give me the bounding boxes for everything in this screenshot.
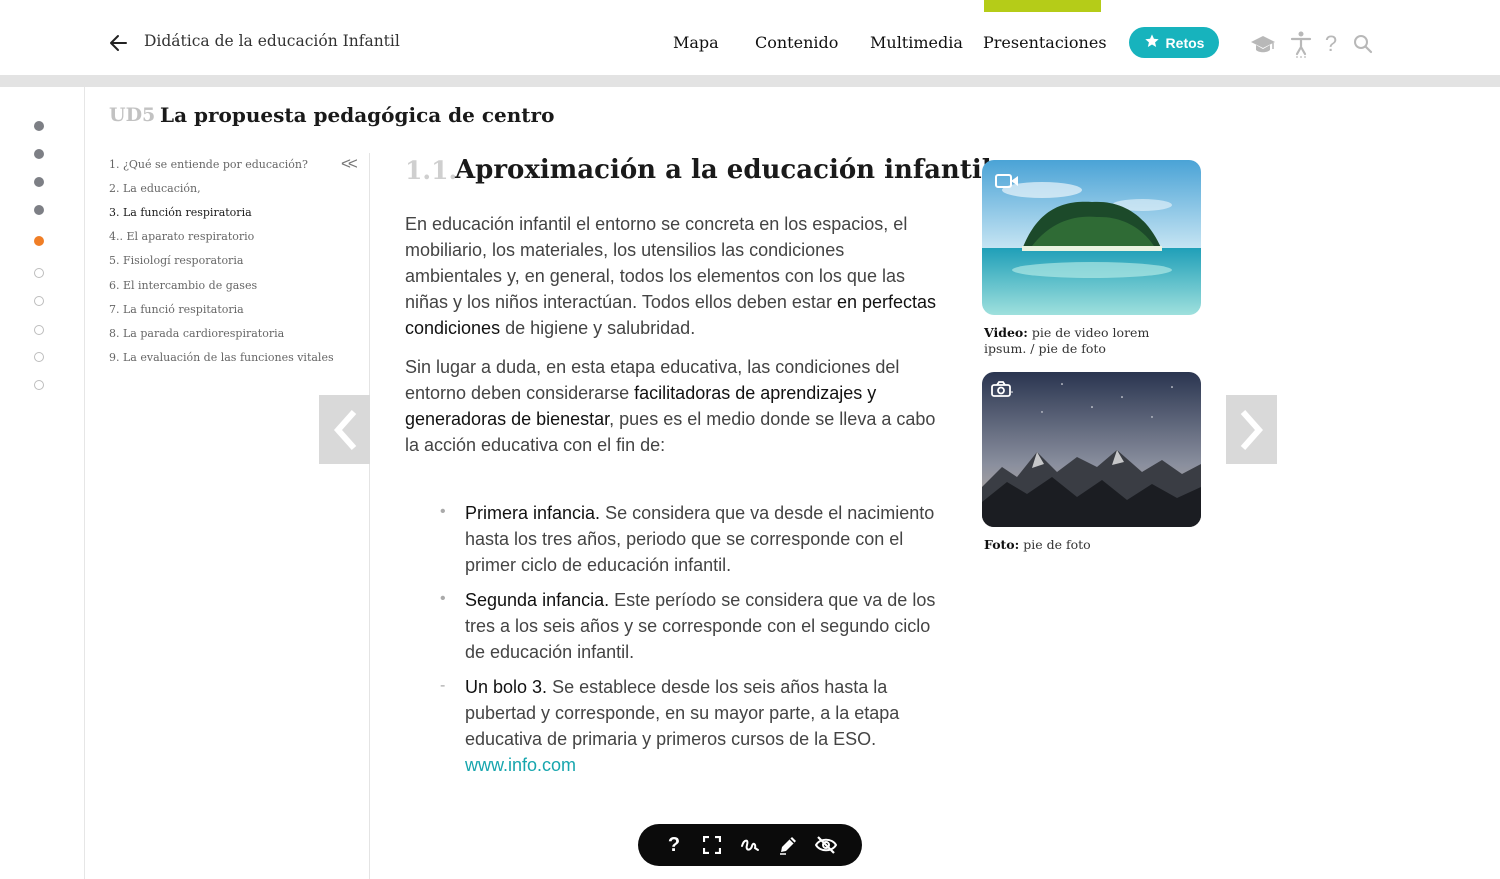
star-icon <box>1144 33 1160 52</box>
progress-dot-4[interactable] <box>34 205 44 215</box>
progress-dot-8[interactable] <box>34 325 44 335</box>
nav-mapa[interactable]: Mapa <box>673 33 719 52</box>
accessibility-icon[interactable] <box>1288 31 1314 58</box>
back-arrow-icon[interactable] <box>108 32 130 54</box>
toc-item[interactable]: 8. La parada cardiorespiratoria <box>109 327 284 340</box>
course-title: Didática de la educación Infantil <box>144 32 400 50</box>
chevron-right-icon <box>1240 409 1263 450</box>
toc-item[interactable]: 7. La funció respitatoria <box>109 303 244 316</box>
unit-title: La propuesta pedagógica de centro <box>160 103 555 127</box>
hide-icon[interactable] <box>814 833 838 857</box>
photo-caption-label: Foto: <box>984 537 1020 552</box>
video-camera-icon <box>995 173 1019 193</box>
retos-label: Retos <box>1165 34 1205 51</box>
progress-dot-10[interactable] <box>34 380 44 390</box>
info-link[interactable]: www.info.com <box>465 755 576 775</box>
progress-dot-1[interactable] <box>34 121 44 131</box>
paragraph-1: En educación infantil el entorno se conc… <box>405 211 945 341</box>
fullscreen-icon[interactable] <box>700 833 724 857</box>
progress-dot-2[interactable] <box>34 149 44 159</box>
toc-item[interactable]: 9. La evaluación de las funciones vitale… <box>109 351 334 364</box>
toc-item[interactable]: 1. ¿Qué se entiende por educación? <box>109 158 308 171</box>
list-item: Segunda infancia. Este período se consid… <box>465 587 955 665</box>
edit-pen-icon[interactable] <box>776 833 800 857</box>
photo-caption-text: pie de foto <box>1019 537 1091 552</box>
header-divider <box>0 75 1500 87</box>
camera-icon <box>991 381 1011 401</box>
section-title: Aproximación a la educación infantil <box>455 155 992 185</box>
photo-thumbnail[interactable] <box>982 372 1201 527</box>
progress-dot-3[interactable] <box>34 177 44 187</box>
toc-item[interactable]: 4.. El aparato respiratorio <box>109 230 254 243</box>
video-caption: Video: pie de video lorem ipsum. / pie d… <box>984 325 1184 357</box>
p1-text: En educación infantil el entorno se conc… <box>405 214 908 312</box>
bottom-toolbar: ? <box>638 824 862 866</box>
toc-divider <box>369 153 370 879</box>
retos-button[interactable]: Retos <box>1129 27 1219 58</box>
section-number: 1.1. <box>405 156 458 185</box>
toc-item[interactable]: 2. La educación, <box>109 182 201 195</box>
progress-dot-9[interactable] <box>34 352 44 362</box>
graduation-cap-icon[interactable] <box>1250 31 1276 57</box>
nav-multimedia[interactable]: Multimedia <box>870 33 963 52</box>
next-page-button[interactable] <box>1226 395 1277 464</box>
unit-code: UD5 <box>109 104 156 126</box>
toc-item[interactable]: 5. Fisiologí resporatoria <box>109 254 243 267</box>
p1-end: de higiene y salubridad. <box>500 318 696 338</box>
list-bullet: • <box>440 503 446 520</box>
list-bullet: • <box>440 590 446 607</box>
progress-dot-5[interactable] <box>34 236 44 246</box>
prev-page-button[interactable] <box>319 395 370 464</box>
list-item-title: Un bolo 3. <box>465 677 548 697</box>
progress-dot-6[interactable] <box>34 268 44 278</box>
list-item: Un bolo 3. Se establece desde los seis a… <box>465 674 955 778</box>
nav-presentaciones[interactable]: Presentaciones <box>983 33 1107 52</box>
help-icon[interactable]: ? <box>1318 31 1344 57</box>
video-caption-label: Video: <box>984 325 1028 340</box>
help-icon[interactable]: ? <box>662 833 686 857</box>
photo-caption: Foto: pie de foto <box>984 537 1184 553</box>
list-item-title: Primera infancia. <box>465 503 601 523</box>
left-rail <box>0 0 85 879</box>
list-item-title: Segunda infancia. <box>465 590 610 610</box>
nav-contenido[interactable]: Contenido <box>755 33 838 52</box>
toc-item[interactable]: 3. La función respiratoria <box>109 206 252 219</box>
list-dash: - <box>440 677 446 694</box>
toc-item[interactable]: 6. El intercambio de gases <box>109 279 257 292</box>
search-icon[interactable] <box>1350 31 1376 57</box>
collapse-toc-icon[interactable]: << <box>341 154 358 174</box>
progress-dot-7[interactable] <box>34 296 44 306</box>
draw-icon[interactable] <box>738 833 762 857</box>
paragraph-2: Sin lugar a duda, en esta etapa educativ… <box>405 354 945 458</box>
active-nav-indicator <box>984 0 1101 12</box>
list-item: Primera infancia. Se considera que va de… <box>465 500 955 578</box>
chevron-left-icon <box>333 409 356 450</box>
